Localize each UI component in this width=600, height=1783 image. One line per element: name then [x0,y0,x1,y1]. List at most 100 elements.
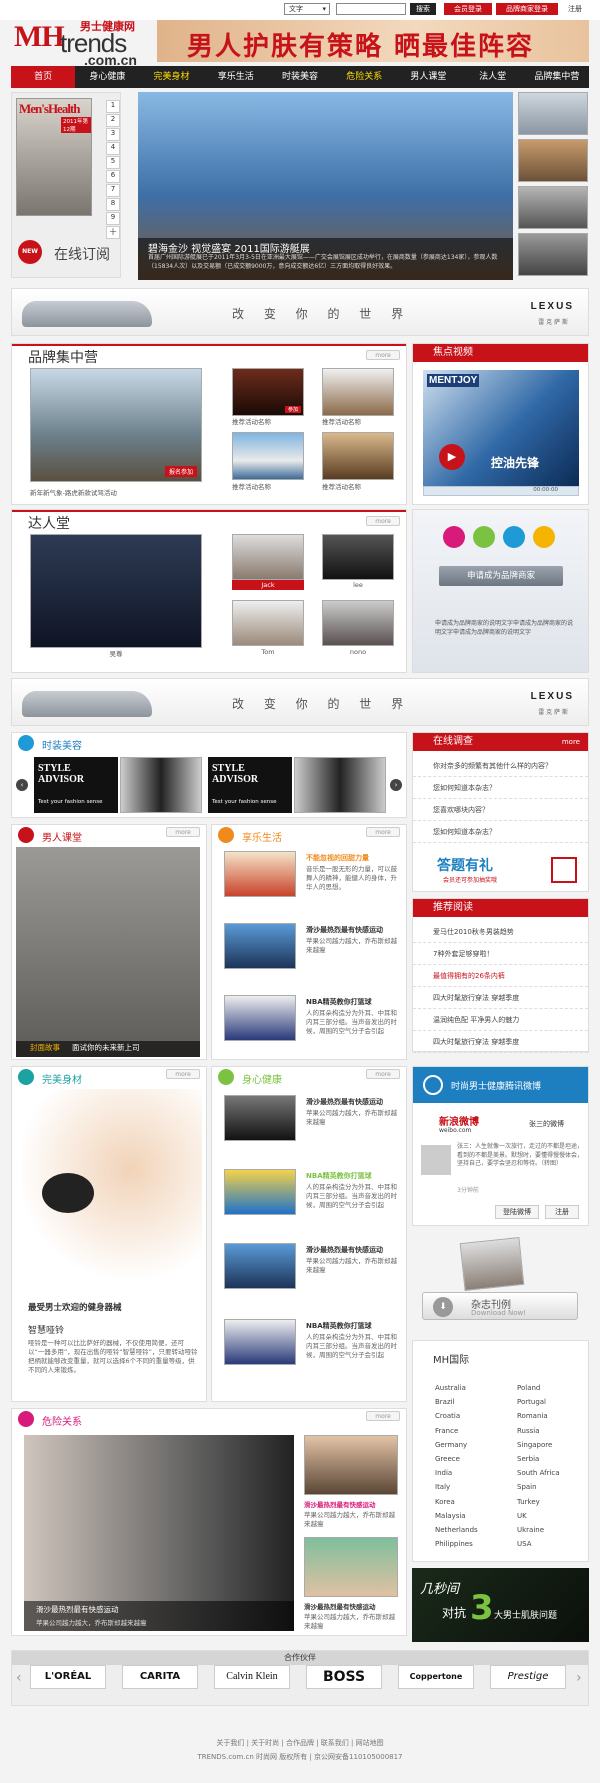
nav-item-health[interactable]: 身心健康 [75,66,139,88]
arrow-left-icon[interactable]: ‹ [16,779,28,791]
activity-image[interactable] [232,432,304,480]
daren-name[interactable]: Tom [232,648,304,657]
search-type-select[interactable]: 文字 ▾ [284,3,330,15]
activity-image[interactable] [322,368,394,416]
nav-item-classroom[interactable]: 男人课堂 [396,66,460,88]
partner-logo-coppertone[interactable]: Coppertone [398,1665,474,1689]
arrow-right-icon[interactable]: › [576,1670,582,1686]
country-link[interactable]: Romania [517,1409,587,1423]
leisure-item-title[interactable]: 滑沙最热烈最有快感运动 [306,925,383,935]
health-thumb[interactable] [224,1243,296,1289]
country-link[interactable]: Singapore [517,1438,587,1452]
daren-name[interactable]: nono [322,648,394,657]
daren-name-jack[interactable]: Jack [232,580,304,590]
cover-story-tag[interactable]: 封面故事 [30,1042,60,1053]
health-thumb[interactable] [224,1169,296,1215]
video-controls[interactable]: 00:00:00 [423,486,579,496]
header-banner[interactable]: 男人护肤有策略 晒最佳阵容 [157,20,589,62]
partner-logo-boss[interactable]: BOSS [306,1665,382,1689]
daren-photo[interactable] [322,534,394,580]
activity-caption[interactable]: 推荐活动名称 [322,418,394,427]
hero-title[interactable]: 碧海金沙 视觉盛宴 2011国际游艇展 [148,240,310,255]
signup-badge[interactable]: 报名参加 [164,466,197,477]
weibo-user[interactable]: 张三的微博 [529,1119,564,1129]
daren-photo[interactable] [232,534,304,580]
nav-item-body[interactable]: 完美身材 [139,66,203,88]
danger-thumb[interactable] [304,1435,398,1495]
bodyfit-sub[interactable]: 智慧哑铃 [28,1323,64,1336]
daren-photo[interactable] [232,600,304,646]
leisure-thumb[interactable] [224,923,296,969]
more-button[interactable]: more [366,350,400,360]
country-link[interactable]: Italy [435,1480,505,1494]
issue-item[interactable]: 1 [106,100,120,113]
more-button[interactable]: more [166,827,200,837]
issue-item[interactable]: 2 [106,114,120,127]
weibo-header[interactable]: 时尚男士健康腾讯微博 [413,1067,588,1103]
survey-item[interactable]: 您喜欢哪块内容？ [413,799,588,821]
skin-promo-banner[interactable]: 几秒间 对抗 3 大男士肌肤问题 [412,1568,589,1642]
danger-item-title[interactable]: 滑沙最热烈最有快感运动 [304,1601,376,1611]
activity-image[interactable] [322,432,394,480]
danger-caption[interactable]: 滑沙最热烈最有快感运动 [36,1604,119,1615]
arrow-left-icon[interactable]: ‹ [16,1670,22,1686]
search-input[interactable] [336,3,406,15]
reading-item[interactable]: 四大时髦旅行穿法 穿越季度 [413,1031,588,1053]
issue-item[interactable]: 7 [106,184,120,197]
nav-item-home[interactable]: 首页 [11,66,76,88]
country-link[interactable]: India [435,1466,505,1480]
issue-item[interactable]: 4 [106,142,120,155]
country-link[interactable]: France [435,1424,505,1438]
site-logo[interactable]: MH trends .com.cn 男士健康网 [14,20,154,68]
nav-item-relations[interactable]: 危险关系 [332,66,396,88]
nav-item-fashion[interactable]: 时装美容 [268,66,332,88]
sina-weibo-logo[interactable]: 新浪微博 [439,1113,479,1128]
play-icon[interactable]: ▶ [439,444,465,470]
style-advisor-card[interactable]: STYLE ADVISOR Test your fashion sense [208,757,292,813]
country-link[interactable]: Serbia [517,1452,587,1466]
more-button[interactable]: more [166,1069,200,1079]
activity-image[interactable]: 参加 [232,368,304,416]
subscribe-button[interactable]: NEW 在线订阅 [18,238,118,268]
country-link[interactable]: Spain [517,1480,587,1494]
activity-caption[interactable]: 推荐活动名称 [232,483,304,492]
country-link[interactable]: Germany [435,1438,505,1452]
country-link[interactable]: Portugal [517,1395,587,1409]
country-link[interactable]: Turkey [517,1495,587,1509]
classroom-image[interactable]: 封面故事 面试你的未来新上司 [16,847,200,1057]
health-item-title[interactable]: NBA精英教你打篮球 [306,1321,372,1331]
health-item-title[interactable]: 滑沙最热烈最有快感运动 [306,1245,383,1255]
more-link[interactable]: more [562,733,580,751]
classroom-caption[interactable]: 面试你的未来新上司 [72,1042,140,1053]
fashion-thumb[interactable] [120,757,202,813]
country-link[interactable]: Croatia [435,1409,505,1423]
country-link[interactable]: South Africa [517,1466,587,1480]
leisure-item-title[interactable]: NBA精英教你打篮球 [306,997,372,1007]
reading-item[interactable]: 7种外套足够穿啦！ [413,943,588,965]
country-link[interactable]: Malaysia [435,1509,505,1523]
brand-login-button[interactable]: 品牌商家登录 [496,3,558,15]
style-advisor-card[interactable]: STYLE ADVISOR Test your fashion sense [34,757,118,813]
partner-logo-loreal[interactable]: L'ORÉAL [30,1665,106,1689]
search-button[interactable]: 搜索 [410,3,436,15]
nav-item-brand[interactable]: 品牌集中营 [525,66,589,88]
danger-thumb[interactable] [304,1537,398,1597]
register-link[interactable]: 注册 [562,3,588,15]
health-item-title[interactable]: 滑沙最热烈最有快感运动 [306,1097,383,1107]
hero-thumb[interactable] [518,92,588,135]
country-link[interactable]: Korea [435,1495,505,1509]
country-link[interactable]: Netherlands [435,1523,505,1537]
country-link[interactable]: Ukraine [517,1523,587,1537]
health-item-title[interactable]: NBA精英教你打篮球 [306,1171,372,1181]
health-thumb[interactable] [224,1319,296,1365]
reading-item[interactable]: 温润纯色配 平净男人的魅力 [413,1009,588,1031]
issue-item[interactable]: 5 [106,156,120,169]
survey-item[interactable]: 你对奈多的频繁有其他什么样的内容？ [413,755,588,777]
fashion-thumb[interactable] [294,757,386,813]
daren-photo[interactable] [322,600,394,646]
issue-item[interactable]: 9 [106,212,120,225]
country-link[interactable]: USA [517,1537,587,1551]
quiz-gift-banner[interactable]: 答题有礼 会员还可参加抽奖哦 [433,855,583,887]
hero-thumb[interactable] [518,233,588,276]
danger-main-image[interactable]: 滑沙最热烈最有快感运动 苹果公司越力越大，乔布斯却越来越瘦 [24,1435,294,1631]
